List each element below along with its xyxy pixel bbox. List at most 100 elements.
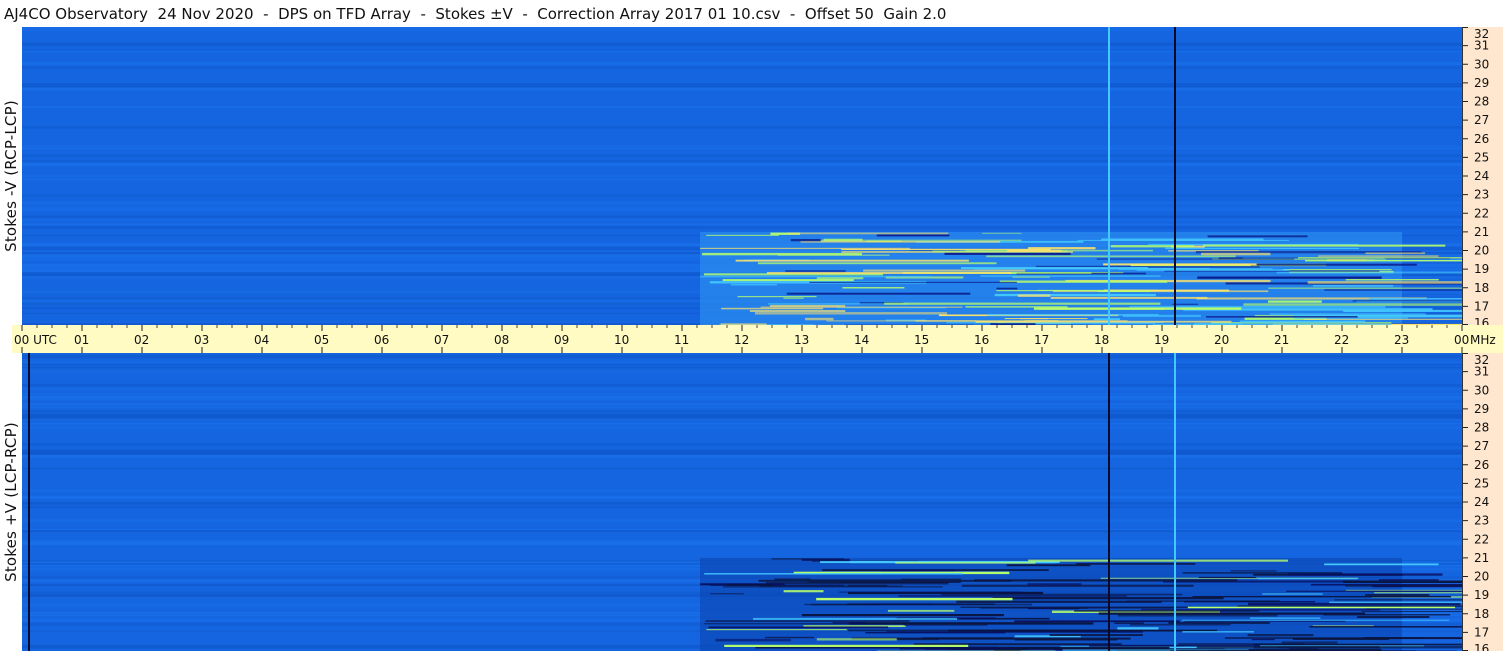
background-band — [22, 495, 1462, 499]
background-band — [22, 354, 1462, 359]
background-band — [22, 443, 1462, 446]
time-tick-label: 09 — [554, 333, 569, 347]
time-tick-label: 10 — [614, 333, 629, 347]
spectral-streak — [1365, 252, 1426, 255]
spectral-streak — [1374, 592, 1462, 594]
spectral-streak — [1028, 559, 1288, 562]
spectral-streak — [1136, 269, 1290, 271]
spectral-streak — [1268, 300, 1322, 303]
background-band — [22, 451, 1462, 455]
spectral-streak — [1207, 235, 1308, 238]
spectral-streak — [1283, 269, 1392, 271]
time-tick-label: 03 — [194, 333, 209, 347]
time-tick-label: 13 — [794, 333, 809, 347]
bottom-frequency-axis: 32 31 30 29 28 27 26 25 24 23 22 21 20 19 18 17 16 — [1462, 353, 1503, 651]
spectral-streak — [1049, 634, 1143, 636]
background-band — [22, 530, 1462, 532]
spectral-streak — [1206, 316, 1358, 318]
freq-tick-label: 22 — [1474, 206, 1489, 220]
spectral-streak — [724, 644, 969, 647]
background-band — [22, 87, 1462, 91]
background-band — [22, 500, 1462, 502]
freq-tick-label: 23 — [1474, 188, 1489, 202]
spectral-streak — [1369, 297, 1462, 300]
utc-time-axis-svg: 00 UTC 01 02 03 04 05 06 07 08 09 10 11 12 13 14 15 16 17… — [14, 325, 1496, 353]
background-band — [22, 363, 1462, 366]
spectral-streak — [801, 558, 850, 561]
freq-tick-label: 21 — [1474, 225, 1489, 239]
chart-title: AJ4CO Observatory 24 Nov 2020 - DPS on T… — [4, 5, 947, 23]
background-band — [22, 426, 1462, 430]
bottom-spectrogram — [22, 353, 1462, 651]
top-panel-divider — [1462, 27, 1463, 325]
spectral-streak — [783, 297, 804, 299]
spectral-streak — [1345, 584, 1462, 587]
time-tick-label: 08 — [494, 333, 509, 347]
background-band — [22, 126, 1462, 129]
spectral-streak — [887, 609, 955, 612]
spectral-streak — [1313, 285, 1394, 287]
time-tick-label: 01 — [74, 333, 89, 347]
interference-line — [1174, 353, 1176, 651]
spectral-streak — [1033, 307, 1242, 310]
bottom-panel-divider — [1462, 353, 1463, 651]
spectral-streak — [1192, 596, 1452, 598]
spectral-streak — [1197, 276, 1382, 279]
spectral-streak — [903, 623, 988, 626]
time-tick-label: 12 — [734, 333, 749, 347]
background-band — [22, 368, 1462, 372]
spectral-streak — [832, 622, 866, 624]
spectral-streak — [1209, 650, 1383, 651]
spectral-streak — [774, 579, 922, 581]
spectral-streak — [997, 272, 1092, 274]
freq-tick-label: 28 — [1474, 95, 1489, 109]
time-tick-label: 00 UTC — [14, 333, 57, 347]
spectral-streak — [1324, 289, 1462, 291]
spectral-streak — [730, 284, 777, 286]
spectral-streak — [783, 590, 824, 593]
spectral-streak — [705, 620, 910, 622]
spectral-streak — [708, 626, 889, 629]
spectral-streak — [1318, 255, 1439, 257]
background-band — [22, 387, 1462, 390]
spectral-streak — [1345, 279, 1439, 281]
freq-tick-label: 17 — [1474, 299, 1489, 313]
background-band — [22, 489, 1462, 492]
time-tick-label: 04 — [254, 333, 269, 347]
spectral-streak — [801, 614, 1004, 617]
spectral-streak — [1198, 576, 1256, 578]
spectral-streak — [1097, 290, 1151, 292]
spectral-streak — [1361, 611, 1462, 613]
freq-tick-label: 30 — [1474, 57, 1489, 71]
freq-tick-label: 24 — [1474, 495, 1489, 509]
spectral-streak — [753, 617, 958, 620]
spectral-streak — [1365, 594, 1430, 596]
time-axis-unit: MHz — [1470, 333, 1496, 347]
background-band — [22, 383, 1462, 387]
spectral-streak — [1117, 614, 1278, 617]
freq-tick-label: 18 — [1474, 607, 1489, 621]
background-band — [22, 163, 1462, 166]
spectral-streak — [722, 279, 854, 282]
freq-tick-label: 29 — [1474, 76, 1489, 90]
spectral-streak — [1050, 296, 1208, 299]
freq-tick-label: 30 — [1474, 383, 1489, 397]
interference-line — [1174, 27, 1176, 325]
spectral-streak — [706, 234, 779, 236]
spectral-streak — [1253, 643, 1462, 646]
spectral-streak — [1074, 610, 1260, 612]
interference-line — [28, 353, 30, 651]
spectral-streak — [1281, 641, 1338, 644]
spectral-streak — [766, 272, 1012, 274]
background-band — [22, 519, 1462, 522]
freq-tick-label: 21 — [1474, 551, 1489, 565]
background-band — [22, 207, 1462, 212]
freq-tick-label: 23 — [1474, 514, 1489, 528]
background-band — [22, 66, 1462, 70]
time-tick-label: 17 — [1034, 333, 1049, 347]
background-band — [22, 201, 1462, 204]
spectral-streak — [1114, 622, 1144, 624]
spectral-streak — [841, 248, 1051, 250]
spectral-streak — [755, 312, 948, 315]
spectral-streak — [790, 239, 821, 242]
